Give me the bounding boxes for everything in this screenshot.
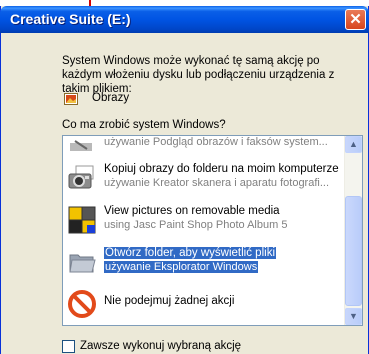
always-checkbox-label[interactable]: Zawsze wykonuj wybraną akcję <box>80 340 241 352</box>
scroll-down-button[interactable]: ▼ <box>345 308 362 325</box>
question-text: Co ma zrobić system Windows? <box>62 119 226 131</box>
scroll-up-button[interactable]: ▲ <box>345 136 362 153</box>
scroll-thumb[interactable] <box>345 196 362 306</box>
chevron-up-icon: ▲ <box>349 139 358 149</box>
autoplay-dialog: Creative Suite (E:) ✕ System Windows moż… <box>0 6 369 354</box>
content-type-label: Obrazy <box>92 92 130 104</box>
action-title: Kopiuj obrazy do folderu na moim kompute… <box>104 163 339 175</box>
no-action-icon <box>68 290 96 318</box>
window-title: Creative Suite (E:) <box>10 11 131 27</box>
always-checkbox[interactable] <box>62 340 75 353</box>
action-subtitle: używanie Podgląd obrazów i faksów system… <box>104 136 328 148</box>
action-subtitle: używanie Kreator skanera i aparatu fotog… <box>104 177 330 189</box>
action-item-no-action[interactable]: Nie podejmuj żadnej akcji <box>63 285 346 325</box>
title-bar[interactable]: Creative Suite (E:) ✕ <box>0 6 369 33</box>
images-icon <box>64 93 78 105</box>
action-title: View pictures on removable media <box>104 205 280 217</box>
description-text: System Windows może wykonać tę samą akcj… <box>62 55 335 95</box>
action-title: Nie podejmuj żadnej akcji <box>104 295 235 307</box>
camera-icon <box>68 165 94 189</box>
list-scrollbar[interactable]: ▲ ▼ <box>344 136 362 325</box>
action-item-copy-pictures[interactable]: Kopiuj obrazy do folderu na moim kompute… <box>63 159 346 199</box>
chevron-down-icon: ▼ <box>349 311 358 321</box>
photo-album-icon <box>68 206 96 234</box>
action-subtitle: używanie Eksplorator Windows <box>104 261 259 273</box>
close-button[interactable]: ✕ <box>345 9 366 30</box>
action-subtitle: using Jasc Paint Shop Photo Album 5 <box>104 219 288 231</box>
folder-icon <box>69 254 96 273</box>
action-title: Otwórz folder, aby wyświetlić pliki <box>104 247 276 259</box>
action-item-open-folder[interactable]: Otwórz folder, aby wyświetlić pliki używ… <box>63 243 346 283</box>
action-item-view-pictures[interactable]: View pictures on removable media using J… <box>63 201 346 241</box>
close-icon: ✕ <box>349 11 362 28</box>
actions-list[interactable]: używanie Podgląd obrazów i faksów system… <box>62 135 363 326</box>
